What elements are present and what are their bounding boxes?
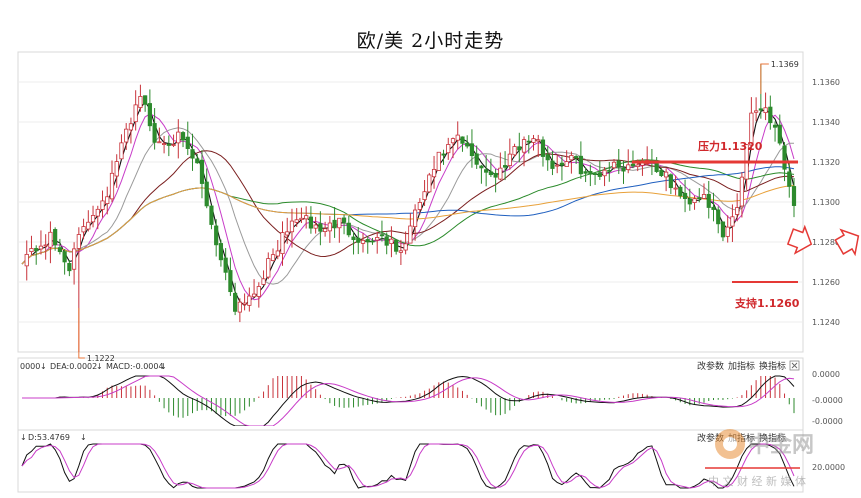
resistance-label: 压力1.1320 bbox=[698, 139, 763, 153]
arrow-down-icon: ↓ bbox=[160, 362, 167, 371]
y-tick-label: 1.1340 bbox=[812, 118, 840, 127]
y-tick-label: 1.1360 bbox=[812, 78, 840, 87]
y-tick-label: 1.1240 bbox=[812, 318, 840, 327]
high-label: 1.1369 bbox=[771, 60, 799, 69]
brand-logo-text: 中金网 bbox=[748, 432, 814, 458]
support-label: 支持1.1260 bbox=[734, 296, 800, 310]
macd-add-indicator-button[interactable]: 加指标 bbox=[728, 360, 755, 372]
arrow-down-icon: ↓ bbox=[80, 433, 87, 442]
macd-tick-2: -0.0000 bbox=[812, 417, 843, 426]
forex-candlestick-chart: 1.13601.13401.13201.13001.12801.12601.12… bbox=[17, 51, 860, 493]
arrow-up-right-icon bbox=[834, 228, 860, 257]
macd-tick-0: 0.0000 bbox=[812, 370, 840, 379]
y-tick-label: 1.1260 bbox=[812, 278, 840, 287]
y-tick-label: 1.1320 bbox=[812, 158, 840, 167]
kdj-tick-0: 20.0000 bbox=[812, 463, 845, 472]
arrow-down-icon: ↓ bbox=[20, 433, 27, 442]
macd-dif-label: 0000 bbox=[20, 362, 40, 371]
y-tick-label: 1.1300 bbox=[812, 198, 840, 207]
macd-value-label: MACD:-0.0004 bbox=[106, 362, 164, 371]
arrow-down-icon: ↓ bbox=[96, 362, 103, 371]
macd-dea-label: DEA:0.0002 bbox=[50, 362, 97, 371]
brand-tagline: 中 文 财 经 新 媒 体 bbox=[708, 474, 806, 488]
arrow-down-icon: ↓ bbox=[40, 362, 47, 371]
macd-switch-indicator-button[interactable]: 换指标 bbox=[759, 360, 786, 372]
kdj-panel bbox=[17, 429, 804, 493]
kdj-d-label: D:53.4769 bbox=[28, 433, 70, 442]
macd-edit-params-button[interactable]: 改参数 bbox=[697, 360, 724, 372]
candle bbox=[427, 172, 432, 193]
candle bbox=[436, 151, 441, 171]
macd-close-icon[interactable] bbox=[789, 360, 800, 371]
macd-tick-1: -0.0000 bbox=[812, 396, 843, 405]
